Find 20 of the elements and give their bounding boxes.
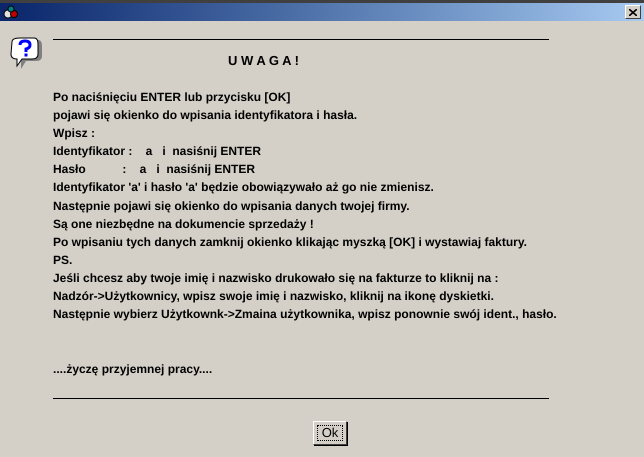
message-line: Wpisz : bbox=[53, 125, 95, 142]
close-button[interactable] bbox=[625, 5, 641, 19]
message-line: Hasło : a i nasiśnij ENTER bbox=[53, 161, 256, 178]
message-line: Nadzór->Użytkownicy, wpisz swoje imię i nazwisko, kliknij na ikonę dyskietki. bbox=[53, 288, 494, 306]
question-icon bbox=[10, 37, 42, 69]
closing-text: ....życzę przyjemnej pracy.... bbox=[53, 362, 212, 376]
message-line: Po naciśnięciu ENTER lub przycisku [OK] bbox=[53, 89, 290, 106]
message-line: Są one niezbędne na dokumencie sprzedaży ! bbox=[53, 216, 314, 233]
message-line: Następnie pojawi się okienko do wpisania danych twojej firmy. bbox=[53, 198, 410, 215]
close-icon bbox=[629, 8, 637, 16]
message-line: pojawi się okienko do wpisania identyfikatora i hasła. bbox=[53, 107, 358, 124]
app-icon bbox=[3, 5, 19, 19]
message-line: PS. bbox=[53, 252, 72, 269]
message-line: Jeśli chcesz aby twoje imię i nazwisko drukowało się na fakturze to kliknij na : bbox=[53, 270, 498, 287]
message-line: Identyfikator 'a' i hasło 'a' będzie obowiązywało aż go nie zmienisz. bbox=[53, 179, 434, 196]
message-line: Po wpisaniu tych danych zamknij okienko klikając myszką [OK] i wystawiaj faktury. bbox=[53, 234, 527, 251]
message-line: Następnie wybierz Użytkownk->Zmaina użytkownika, wpisz ponownie swój ident., hasło. bbox=[53, 306, 557, 324]
message-line: Identyfikator : a i nasiśnij ENTER bbox=[53, 143, 262, 160]
heading: U W A G A ! bbox=[228, 53, 300, 68]
ok-button[interactable]: Ok bbox=[313, 421, 347, 446]
